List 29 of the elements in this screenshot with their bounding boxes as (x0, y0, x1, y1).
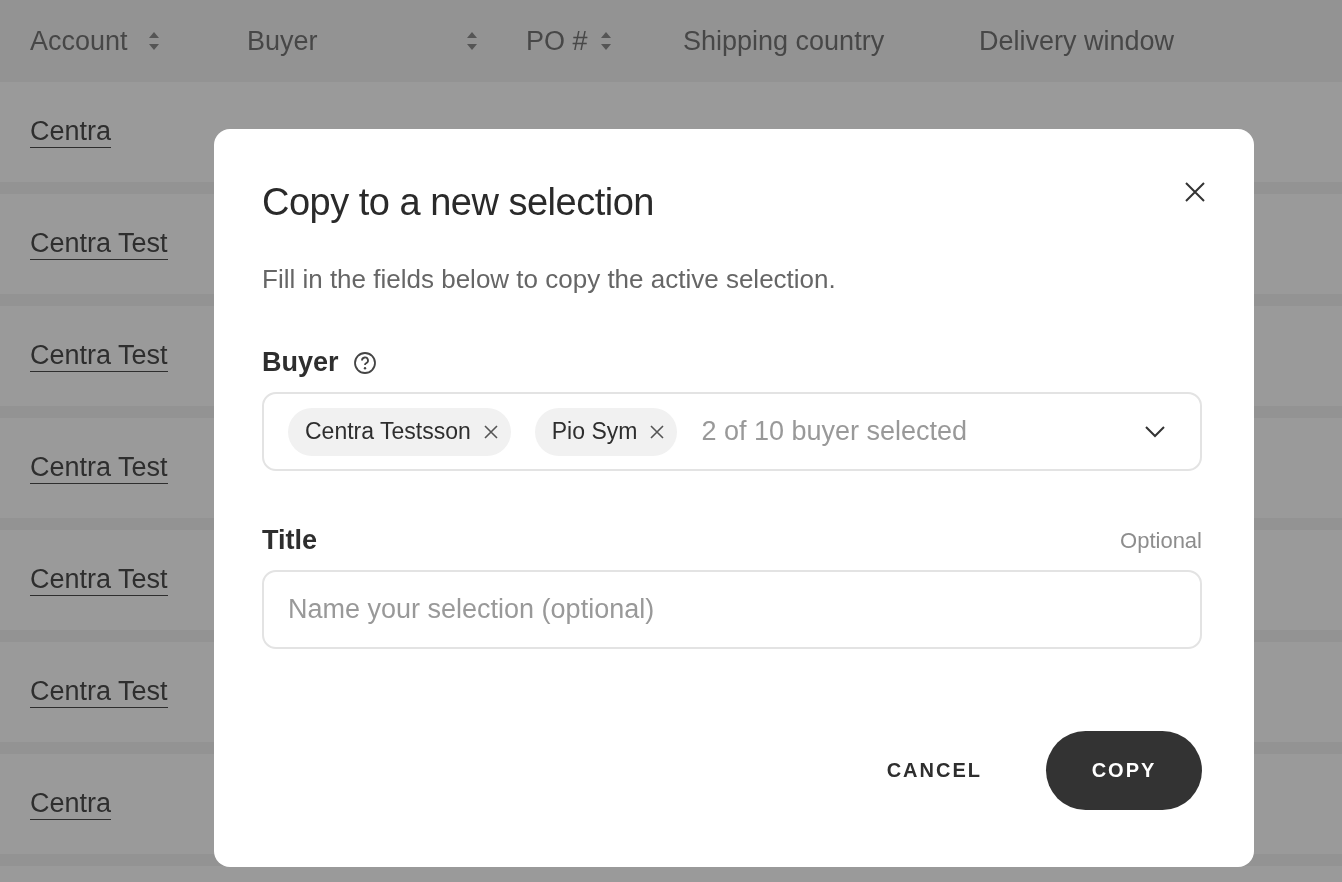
column-header: Shipping country (683, 25, 885, 57)
cancel-button[interactable]: CANCEL (866, 751, 1002, 790)
selection-count: 2 of 10 buyer selected (701, 416, 969, 447)
account-link[interactable]: Centra Test (30, 451, 168, 484)
buyer-select[interactable]: Centra Testsson Pio Sym 2 of 10 buyer selected (262, 392, 1202, 471)
field-label: Buyer (262, 347, 339, 378)
chevron-down-icon[interactable] (1144, 424, 1166, 439)
title-input[interactable]: Name your selection (optional) (262, 570, 1202, 649)
column-header: Delivery window (979, 25, 1175, 57)
remove-icon[interactable] (482, 423, 499, 440)
field-label: Title (262, 525, 317, 556)
account-link[interactable]: Centra (30, 115, 112, 148)
buyer-chip[interactable]: Centra Testsson (288, 407, 511, 456)
help-icon[interactable] (352, 350, 377, 375)
optional-hint: Optional (1120, 527, 1202, 554)
remove-icon[interactable] (649, 423, 666, 440)
dialog-title: Copy to a new selection (262, 181, 654, 224)
account-link[interactable]: Centra Test (30, 339, 168, 372)
account-link[interactable]: Centra Test (30, 675, 168, 708)
account-link[interactable]: Centra Test (30, 563, 168, 596)
copy-button[interactable]: COPY (1046, 731, 1202, 810)
buyer-chip[interactable]: Pio Sym (534, 407, 678, 456)
column-header: PO # (526, 25, 588, 57)
account-link[interactable]: Centra Test (30, 227, 168, 260)
close-icon[interactable] (1184, 181, 1206, 203)
account-link[interactable]: Centra (30, 787, 112, 820)
column-header: Account (30, 25, 128, 57)
column-header: Buyer (247, 25, 318, 57)
dialog-description: Fill in the fields below to copy the active selection. (262, 264, 837, 295)
